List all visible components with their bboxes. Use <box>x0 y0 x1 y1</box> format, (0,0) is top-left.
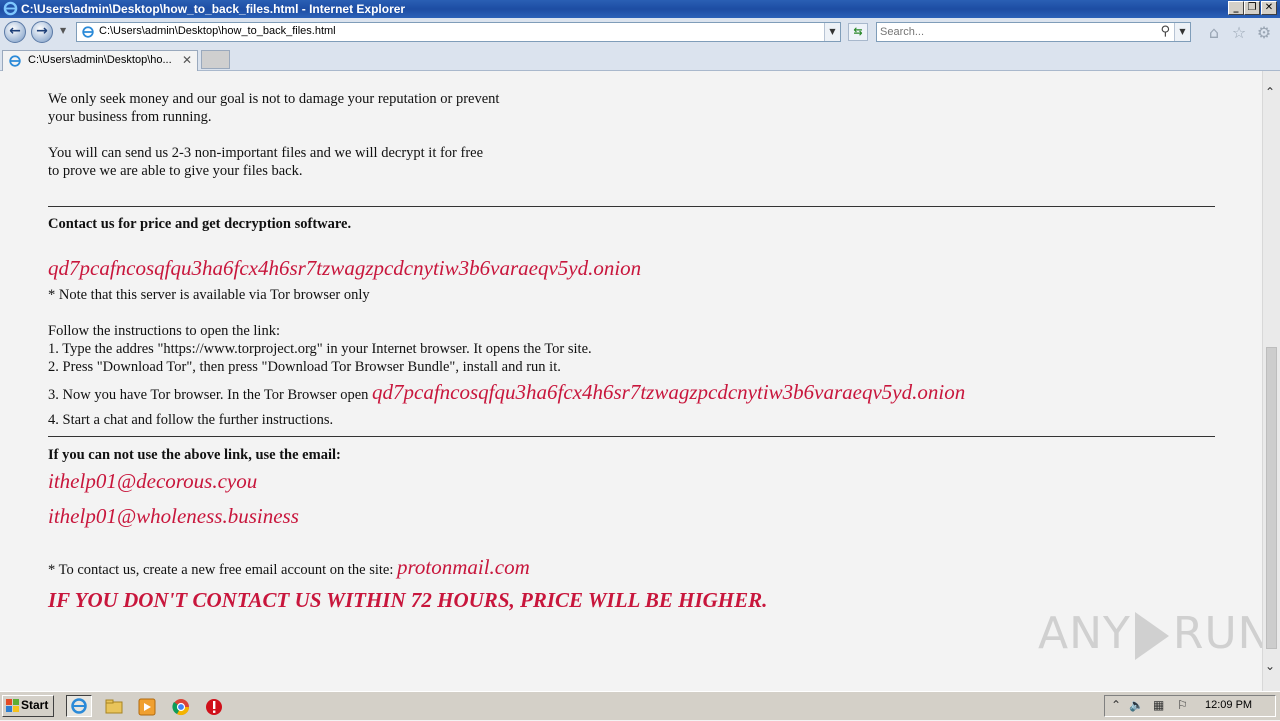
navigation-bar: ← → ▼ C:\Users\admin\Desktop\how_to_back… <box>0 18 1280 48</box>
taskbar-media-player-icon[interactable] <box>137 697 157 717</box>
page-favicon-icon <box>82 26 94 38</box>
contact-heading: Contact us for price and get decryption … <box>48 216 352 232</box>
restore-button[interactable]: ❐ <box>1244 1 1260 15</box>
search-icon[interactable]: ⚲ <box>1160 24 1170 39</box>
free-decrypt-line-1: You will can send us 2-3 non-important f… <box>48 145 484 161</box>
new-tab-button[interactable] <box>201 50 230 69</box>
search-dropdown-icon[interactable]: ▼ <box>1174 23 1190 41</box>
address-dropdown-icon[interactable]: ▼ <box>824 23 840 41</box>
start-label[interactable]: Start <box>21 696 48 715</box>
close-window-button[interactable]: ✕ <box>1261 1 1277 15</box>
taskbar-ie-icon[interactable] <box>66 695 92 717</box>
window-titlebar: C:\Users\admin\Desktop\how_to_back_files… <box>0 0 1280 18</box>
instruction-step-3: 3. Now you have Tor browser. In the Tor … <box>48 380 965 405</box>
windows-logo-icon <box>6 699 19 712</box>
flag-icon[interactable]: ⚐ <box>1177 698 1188 712</box>
tor-note: * Note that this server is available via… <box>48 287 370 303</box>
protonmail-line: * To contact us, create a new free email… <box>48 555 530 580</box>
gear-icon[interactable]: ⚙ <box>1255 24 1273 42</box>
window-title: C:\Users\admin\Desktop\how_to_back_files… <box>21 2 406 16</box>
tray-expand-icon[interactable]: ⌃ <box>1111 698 1121 712</box>
email-link-2[interactable]: ithelp01@wholeness.business <box>48 504 299 529</box>
tab-current[interactable]: C:\Users\admin\Desktop\ho... ✕ <box>2 50 198 71</box>
forward-button[interactable]: → <box>31 21 53 43</box>
taskbar-chrome-icon[interactable] <box>171 697 191 717</box>
history-dropdown-icon[interactable]: ▼ <box>60 26 66 35</box>
page-content: We only seek money and our goal is not t… <box>0 71 1262 691</box>
intro-line-2: your business from running. <box>48 109 212 125</box>
back-button[interactable]: ← <box>4 21 26 43</box>
ie-logo-icon <box>3 1 18 16</box>
email-link-1[interactable]: ithelp01@decorous.cyou <box>48 469 257 494</box>
instruction-step-4: 4. Start a chat and follow the further i… <box>48 412 334 428</box>
star-icon[interactable]: ☆ <box>1230 24 1248 42</box>
play-icon <box>1134 612 1169 660</box>
tab-bar: C:\Users\admin\Desktop\ho... ✕ <box>0 48 1280 71</box>
anyrun-watermark: ANY RUN <box>1038 608 1262 660</box>
step-3-text: 3. Now you have Tor browser. In the Tor … <box>48 387 369 403</box>
tab-label[interactable]: C:\Users\admin\Desktop\ho... <box>28 54 172 66</box>
search-input[interactable] <box>880 24 1150 40</box>
email-heading: If you can not use the above link, use t… <box>48 447 341 463</box>
protonmail-prefix: * To contact us, create a new free email… <box>48 562 394 578</box>
divider <box>48 436 1215 437</box>
intro-line-1: We only seek money and our goal is not t… <box>48 91 500 107</box>
system-tray: ⌃ 🔈 ▦ ⚐ 12:09 PM <box>1104 695 1276 717</box>
taskbar-security-icon[interactable] <box>204 697 224 717</box>
watermark-left: ANY <box>1038 608 1131 659</box>
scrollbar-thumb[interactable] <box>1266 347 1277 649</box>
protonmail-link[interactable]: protonmail.com <box>397 555 530 579</box>
scroll-up-icon[interactable]: ⌃ <box>1265 85 1275 99</box>
volume-icon[interactable]: 🔈 <box>1129 698 1144 712</box>
tab-favicon-icon <box>9 55 21 67</box>
scroll-down-icon[interactable]: ⌄ <box>1265 659 1275 673</box>
start-button[interactable]: Start <box>2 695 54 717</box>
search-box[interactable]: ⚲ ▼ <box>876 22 1191 42</box>
instructions-intro: Follow the instructions to open the link… <box>48 323 280 339</box>
divider <box>48 206 1215 207</box>
refresh-button[interactable]: ⇆ <box>848 23 868 41</box>
taskbar: Start ⌃ 🔈 ▦ ⚐ 12:09 PM <box>0 691 1280 720</box>
step-3-onion-link[interactable]: qd7pcafncosqfqu3ha6fcx4h6sr7tzwagzpcdcny… <box>372 380 965 404</box>
clock[interactable]: 12:09 PM <box>1205 699 1252 711</box>
address-text[interactable]: C:\Users\admin\Desktop\how_to_back_files… <box>99 25 336 37</box>
network-icon[interactable]: ▦ <box>1153 698 1164 712</box>
home-icon[interactable]: ⌂ <box>1205 24 1223 42</box>
tab-close-icon[interactable]: ✕ <box>182 53 192 67</box>
instruction-step-2: 2. Press "Download Tor", then press "Dow… <box>48 359 561 375</box>
watermark-right: RUN <box>1172 608 1262 659</box>
taskbar-explorer-icon[interactable] <box>104 697 124 717</box>
onion-link[interactable]: qd7pcafncosqfqu3ha6fcx4h6sr7tzwagzpcdcny… <box>48 256 641 281</box>
instruction-step-1: 1. Type the addres "https://www.torproje… <box>48 341 592 357</box>
deadline-warning: IF YOU DON'T CONTACT US WITHIN 72 HOURS,… <box>48 588 768 612</box>
minimize-button[interactable]: _ <box>1228 1 1244 15</box>
vertical-scrollbar[interactable]: ⌃ ⌄ <box>1262 71 1280 691</box>
free-decrypt-line-2: to prove we are able to give your files … <box>48 163 303 179</box>
address-bar[interactable]: C:\Users\admin\Desktop\how_to_back_files… <box>76 22 841 42</box>
